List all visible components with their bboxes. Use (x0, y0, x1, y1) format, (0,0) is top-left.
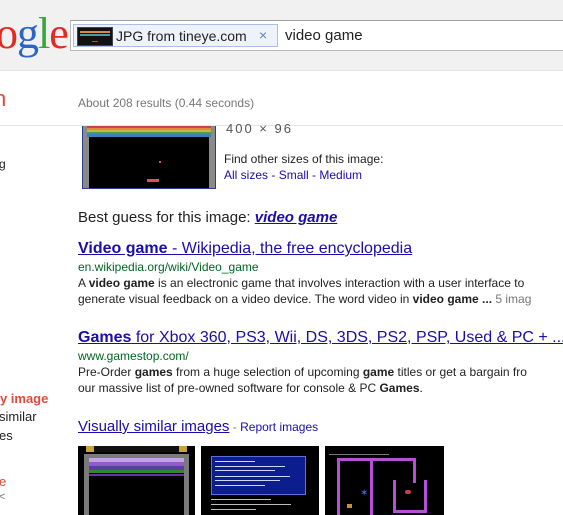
report-images-link[interactable]: Report images (240, 420, 318, 434)
left-nav-text-fragment: g (0, 157, 6, 171)
thumbnail-sprite (347, 504, 352, 508)
separator: - (229, 420, 241, 434)
similar-image-thumbnail[interactable] (78, 446, 195, 515)
small-size-link[interactable]: Small (279, 168, 309, 182)
result-title-link[interactable]: Video game - Wikipedia, the free encyclo… (78, 239, 563, 259)
preview-ball (159, 161, 161, 163)
left-nav-similar-link[interactable]: similar (0, 409, 37, 424)
chip-thumbnail-image (77, 27, 113, 46)
visually-similar-link[interactable]: Visually similar images (78, 418, 229, 435)
logo-letter: l (38, 9, 50, 58)
google-logo[interactable]: ogle (0, 9, 69, 58)
search-result: Games for Xbox 360, PS3, Wii, DS, 3DS, P… (78, 328, 563, 396)
search-box[interactable]: JPG from tineye.com × (70, 20, 563, 51)
logo-letter: g (17, 9, 39, 58)
left-nav-red-fragment[interactable]: e (0, 474, 6, 489)
best-guess-label: Best guess for this image: (78, 209, 251, 226)
search-result: Video game - Wikipedia, the free encyclo… (78, 239, 563, 307)
chip-label: JPG from tineye.com (116, 28, 247, 44)
size-links: All sizes - Small - Medium (224, 168, 362, 182)
all-sizes-link[interactable]: All sizes (224, 168, 268, 182)
image-dimensions: 400 × 96 (226, 121, 293, 136)
thumbnail-maze (337, 458, 373, 515)
logo-letter: e (49, 9, 69, 58)
thumbnail-maze (393, 480, 427, 513)
result-stats: About 208 results (0.44 seconds) (78, 96, 255, 110)
search-header: ogle JPG from tineye.com × (0, 0, 563, 71)
search-input[interactable] (285, 24, 555, 46)
thumbnail-score-bar (329, 448, 389, 455)
remove-chip-icon[interactable]: × (259, 26, 267, 44)
left-nav-copy-image-link[interactable]: py image (0, 391, 48, 406)
best-guess-link[interactable]: video game (255, 209, 338, 226)
result-snippet: generate visual feedback on a video devi… (78, 292, 532, 306)
left-nav-heading-fragment: n (0, 86, 7, 111)
medium-size-link[interactable]: Medium (319, 168, 362, 182)
thumbnail-screen (211, 456, 306, 495)
result-url: www.gamestop.com/ (78, 349, 189, 363)
result-snippet: A video game is an electronic game that … (78, 276, 525, 290)
result-title-link[interactable]: Games for Xbox 360, PS3, Wii, DS, 3DS, P… (78, 328, 563, 348)
image-search-chip[interactable]: JPG from tineye.com × (73, 24, 278, 47)
separator: - (268, 168, 279, 182)
result-url: en.wikipedia.org/wiki/Video_game (78, 260, 259, 274)
logo-letter: o (0, 9, 18, 58)
query-image-preview[interactable] (82, 126, 216, 189)
similar-image-thumbnail[interactable]: ✶ (325, 446, 444, 515)
similar-images-header: Visually similar images - Report images (78, 418, 318, 436)
result-snippet: Pre-Order games from a huge selection of… (78, 365, 527, 379)
preview-paddle (147, 179, 159, 182)
separator: - (308, 168, 320, 182)
left-nav-link-fragment[interactable]: es (0, 428, 13, 443)
result-snippet: our massive list of pre-owned software f… (78, 381, 423, 395)
best-guess: Best guess for this image: video game (78, 209, 337, 226)
thumbnail-sprite (405, 490, 411, 494)
left-nav-arrow-fragment[interactable]: < (0, 491, 5, 503)
other-sizes-label: Find other sizes of this image: (224, 152, 384, 166)
similar-image-thumbnail[interactable] (201, 446, 319, 515)
thumbnail-star: ✶ (360, 488, 369, 499)
